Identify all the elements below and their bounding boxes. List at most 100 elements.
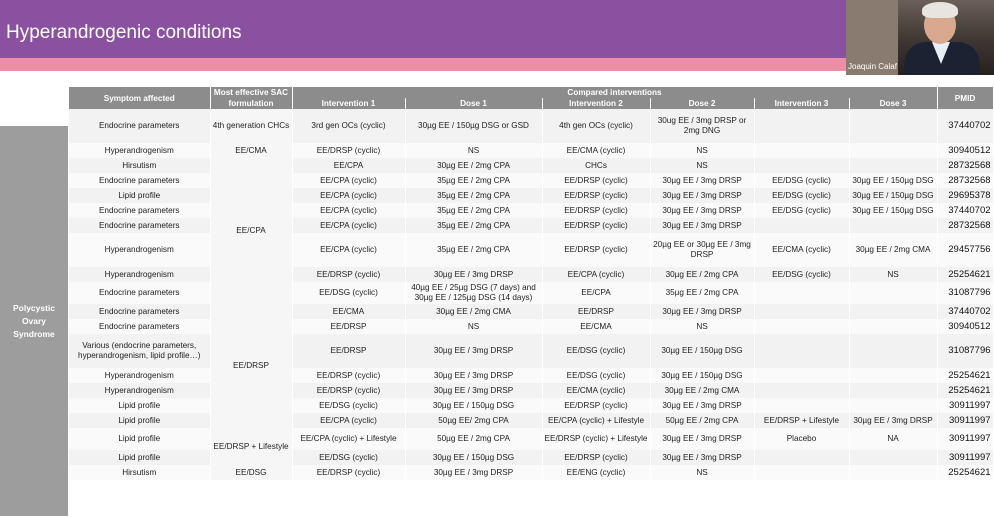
intervention-3-cell (754, 158, 850, 173)
intervention-2-cell: EE/CPA (542, 282, 651, 304)
dose-3-cell (849, 465, 938, 480)
dose-1-cell: 50µg EE/ 2mg CPA (405, 413, 543, 428)
intervention-3-cell (754, 450, 850, 465)
dose-2-cell: NS (650, 143, 755, 158)
dose-1-cell: 30µg EE / 3mg DRSP (405, 267, 543, 282)
intervention-2-cell: EE/DRSP (cyclic) (542, 398, 651, 413)
symptom-cell: Various (endocrine parameters, hyperandr… (69, 334, 211, 368)
dose-1-cell: 35µg EE / 2mg CPA (405, 173, 543, 188)
intervention-3-cell (754, 383, 850, 398)
dose-3-cell (849, 334, 938, 368)
condition-label-line1: Polycystic Ovary (12, 302, 56, 326)
dose-1-cell: 30µg EE / 150µg DSG or GSD (405, 109, 543, 143)
intervention-3-cell: EE/DSG (cyclic) (754, 203, 850, 218)
symptom-cell: Endocrine parameters (69, 203, 211, 218)
dose-1-cell: 30µg EE / 150µg DSG (405, 450, 543, 465)
table-row: Endocrine parameters EE/CPA (cyclic) 35µg … (69, 173, 994, 188)
intervention-3-cell: EE/DSG (cyclic) (754, 173, 850, 188)
formulation-cell: EE/DRSP + Lifestyle (210, 428, 293, 465)
intervention-3-cell (754, 143, 850, 158)
pmid-cell: 30940512 (937, 319, 994, 334)
header-intervention-2: Intervention 2 (542, 98, 651, 109)
header-dose-3: Dose 3 (849, 98, 938, 109)
dose-2-cell: 30µg EE / 3mg DRSP (650, 188, 755, 203)
dose-3-cell (849, 383, 938, 398)
header-formulation: Most effective SAC formulation (210, 87, 293, 109)
header-intervention-1: Intervention 1 (292, 98, 406, 109)
pmid-cell: 25254621 (937, 465, 994, 480)
intervention-2-cell: EE/ENG (cyclic) (542, 465, 651, 480)
header-intervention-3: Intervention 3 (754, 98, 850, 109)
dose-1-cell: 35µg EE / 2mg CPA (405, 203, 543, 218)
intervention-1-cell: EE/CPA (cyclic) + Lifestyle (292, 428, 406, 450)
table-row: Hyperandrogenism EE/DRSP (cyclic) 30µg EE … (69, 368, 994, 383)
pmid-cell: 29457756 (937, 233, 994, 267)
dose-1-cell: 35µg EE / 2mg CPA (405, 218, 543, 233)
intervention-1-cell: EE/CPA (cyclic) (292, 233, 406, 267)
table-row: Hyperandrogenism EE/CMA EE/DRSP (cyclic) NS… (69, 143, 994, 158)
dose-3-cell: 30µg EE / 150µg DSG (849, 173, 938, 188)
intervention-1-cell: 3rd gen OCs (cyclic) (292, 109, 406, 143)
dose-1-cell: 35µg EE / 2mg CPA (405, 233, 543, 267)
dose-2-cell: 30µg EE / 3mg DRSP (650, 304, 755, 319)
dose-1-cell: 50µg EE / 2mg CPA (405, 428, 543, 450)
dose-1-cell: NS (405, 319, 543, 334)
dose-2-cell: 30µg EE / 3mg DRSP (650, 450, 755, 465)
dose-2-cell: 30µg EE / 150µg DSG (650, 334, 755, 368)
symptom-cell: Endocrine parameters (69, 173, 211, 188)
pmid-cell: 28732568 (937, 158, 994, 173)
table-row: Endocrine parameters EE/DSG (cyclic) 40µg … (69, 282, 994, 304)
dose-2-cell: 30µg EE / 2mg CMA (650, 383, 755, 398)
intervention-2-cell: EE/DSG (cyclic) (542, 368, 651, 383)
table-row: Various (endocrine parameters, hyperandr… (69, 334, 994, 368)
dose-3-cell (849, 319, 938, 334)
condition-section-label: Polycystic Ovary Syndrome (0, 126, 68, 516)
dose-3-cell (849, 158, 938, 173)
dose-2-cell: 20µg EE or 30µg EE / 3mg DRSP (650, 233, 755, 267)
intervention-3-cell (754, 304, 850, 319)
dose-2-cell: 30µg EE / 3mg DRSP (650, 173, 755, 188)
pmid-cell: 25254621 (937, 368, 994, 383)
intervention-3-cell (754, 109, 850, 143)
dose-3-cell: NS (849, 267, 938, 282)
participant-name: Joaquin Calaf (848, 62, 897, 71)
formulation-cell: 4th generation CHCs (210, 109, 293, 143)
table-row: Hirsutism EE/CPA EE/CPA 30µg EE / 2mg CPA CH… (69, 158, 994, 304)
intervention-2-cell: EE/DRSP (cyclic) (542, 450, 651, 465)
intervention-3-cell (754, 465, 850, 480)
pmid-cell: 29695378 (937, 188, 994, 203)
intervention-3-cell (754, 282, 850, 304)
dose-2-cell: 30µg EE / 150µg DSG (650, 368, 755, 383)
dose-3-cell: 30µg EE / 150µg DSG (849, 188, 938, 203)
symptom-cell: Lipid profile (69, 413, 211, 428)
dose-3-cell (849, 109, 938, 143)
table-row: Endocrine parameters EE/CPA (cyclic) 35µg … (69, 218, 994, 233)
table-row: Endocrine parameters EE/DRSP EE/DRSP NS EE/C… (69, 319, 994, 413)
pmid-cell: 28732568 (937, 218, 994, 233)
header-symptom: Symptom affected (69, 87, 211, 109)
table-row: Hyperandrogenism EE/DRSP (cyclic) 30µg EE … (69, 267, 994, 282)
header-accent-band (0, 58, 846, 71)
table-row: Lipid profile EE/CPA (cyclic) 35µg EE / 2m… (69, 188, 994, 203)
intervention-2-cell: CHCs (542, 158, 651, 173)
dose-2-cell: NS (650, 158, 755, 173)
dose-3-cell: 30µg EE / 3mg DRSP (849, 413, 938, 428)
dose-3-cell: 30µg EE / 2mg CMA (849, 233, 938, 267)
intervention-2-cell: EE/DRSP (cyclic) (542, 218, 651, 233)
table-row: Hyperandrogenism EE/CPA (cyclic) 35µg EE /… (69, 233, 994, 267)
intervention-2-cell: EE/DRSP (cyclic) (542, 203, 651, 218)
dose-2-cell: 30µg EE / 3mg DRSP (650, 203, 755, 218)
dose-2-cell: NS (650, 465, 755, 480)
pmid-cell: 31087796 (937, 334, 994, 368)
dose-3-cell (849, 143, 938, 158)
dose-2-cell: 30µg EE / 2mg CPA (650, 267, 755, 282)
intervention-2-cell: EE/CMA (542, 319, 651, 334)
dose-1-cell: 30µg EE / 3mg DRSP (405, 334, 543, 368)
pmid-cell: 37440702 (937, 304, 994, 319)
symptom-cell: Hirsutism (69, 158, 211, 173)
pmid-cell: 25254621 (937, 267, 994, 282)
symptom-cell: Hyperandrogenism (69, 233, 211, 267)
symptom-cell: Endocrine parameters (69, 319, 211, 334)
dose-3-cell (849, 368, 938, 383)
intervention-3-cell (754, 368, 850, 383)
